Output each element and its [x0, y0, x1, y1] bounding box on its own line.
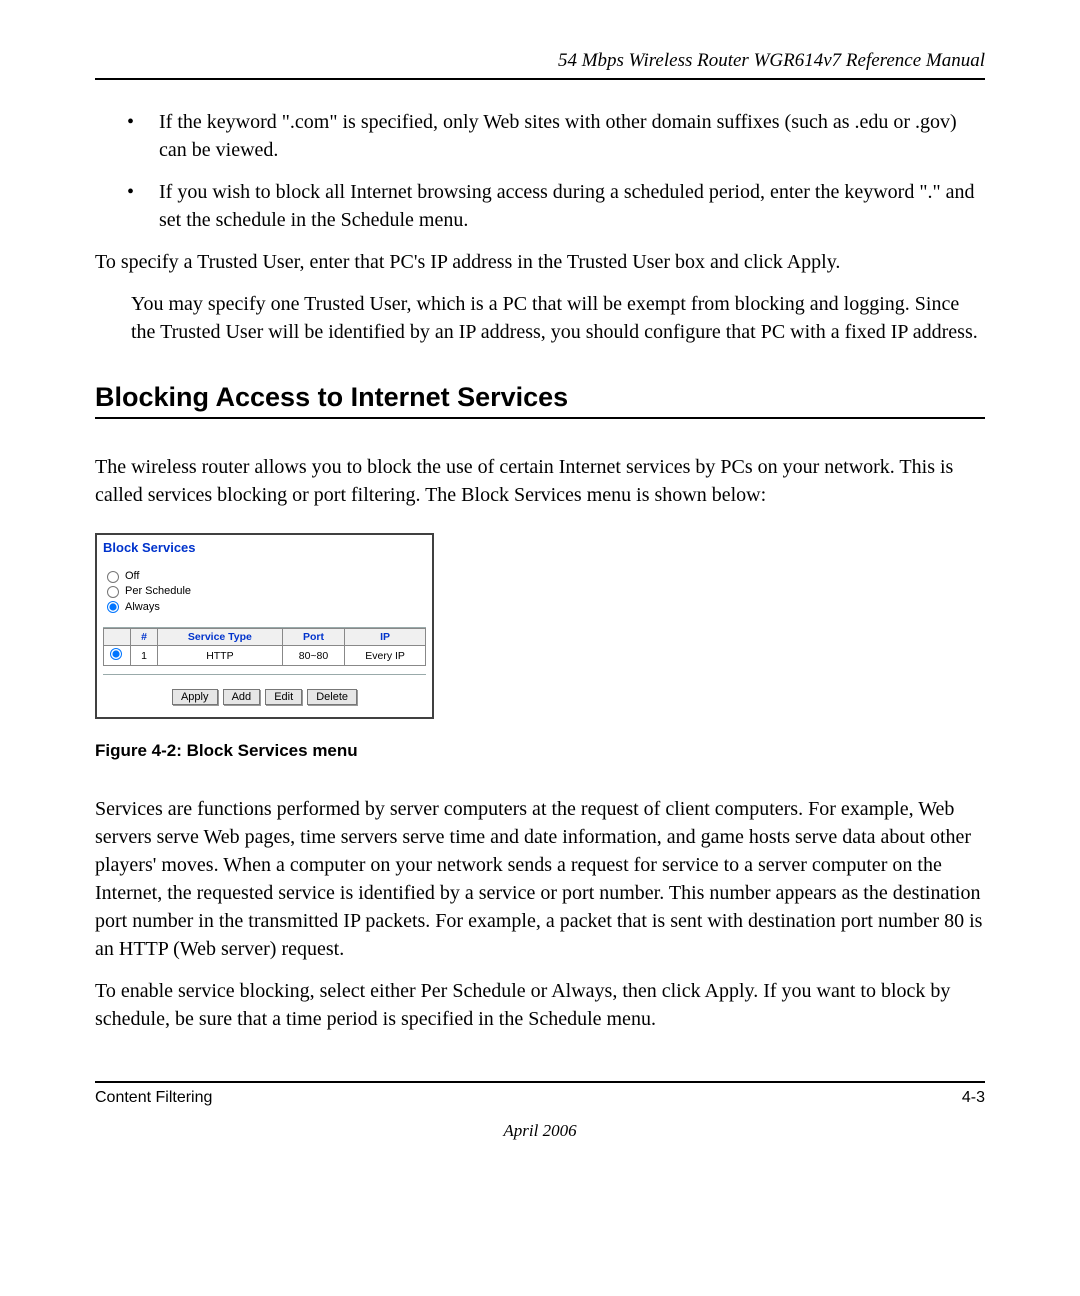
row-ip: Every IP — [345, 646, 426, 666]
button-row: Apply Add Edit Delete — [97, 675, 432, 707]
figure-caption: Figure 4-2: Block Services menu — [95, 741, 985, 761]
col-service-type: Service Type — [158, 629, 283, 646]
radio-off-label: Off — [125, 569, 139, 584]
delete-button[interactable]: Delete — [307, 689, 357, 705]
section-rule — [95, 417, 985, 419]
footer-date: April 2006 — [95, 1121, 985, 1141]
section-heading: Blocking Access to Internet Services — [95, 382, 985, 413]
services-table: # Service Type Port IP 1 HTTP 80~80 Ever… — [103, 628, 426, 666]
row-select-radio[interactable] — [110, 648, 122, 660]
footer-left: Content Filtering — [95, 1089, 212, 1107]
section-intro: The wireless router allows you to block … — [95, 453, 985, 509]
col-port: Port — [282, 629, 344, 646]
radio-group: Off Per Schedule Always — [97, 557, 432, 625]
radio-per-schedule[interactable]: Per Schedule — [107, 584, 426, 599]
running-head: 54 Mbps Wireless Router WGR614v7 Referen… — [95, 50, 985, 72]
radio-per-schedule-input[interactable] — [107, 586, 119, 598]
radio-always-input[interactable] — [107, 601, 119, 613]
row-select-cell[interactable] — [104, 646, 131, 666]
bullet-item: If you wish to block all Internet browsi… — [135, 178, 985, 234]
services-paragraph: Services are functions performed by serv… — [95, 795, 985, 963]
edit-button[interactable]: Edit — [265, 689, 302, 705]
radio-always[interactable]: Always — [107, 600, 426, 615]
footer-row: Content Filtering 4-3 — [95, 1089, 985, 1107]
radio-always-label: Always — [125, 600, 160, 615]
radio-off[interactable]: Off — [107, 569, 426, 584]
bullet-item: If the keyword ".com" is specified, only… — [135, 108, 985, 164]
header-rule — [95, 78, 985, 80]
figure-block-services: Block Services Off Per Schedule Always — [95, 533, 985, 761]
panel-title: Block Services — [97, 535, 432, 557]
add-button[interactable]: Add — [223, 689, 261, 705]
apply-button[interactable]: Apply — [172, 689, 218, 705]
trusted-user-detail: You may specify one Trusted User, which … — [131, 290, 985, 346]
trusted-user-intro: To specify a Trusted User, enter that PC… — [95, 248, 985, 276]
row-service-type: HTTP — [158, 646, 283, 666]
footer-rule — [95, 1081, 985, 1083]
radio-off-input[interactable] — [107, 571, 119, 583]
footer-right: 4-3 — [962, 1089, 985, 1107]
bullet-list: If the keyword ".com" is specified, only… — [95, 108, 985, 234]
col-ip: IP — [345, 629, 426, 646]
row-num: 1 — [131, 646, 158, 666]
row-port: 80~80 — [282, 646, 344, 666]
table-row: 1 HTTP 80~80 Every IP — [104, 646, 426, 666]
enable-paragraph: To enable service blocking, select eithe… — [95, 977, 985, 1033]
col-select — [104, 629, 131, 646]
block-services-screenshot: Block Services Off Per Schedule Always — [95, 533, 434, 719]
col-num: # — [131, 629, 158, 646]
radio-per-schedule-label: Per Schedule — [125, 584, 191, 599]
table-header-row: # Service Type Port IP — [104, 629, 426, 646]
